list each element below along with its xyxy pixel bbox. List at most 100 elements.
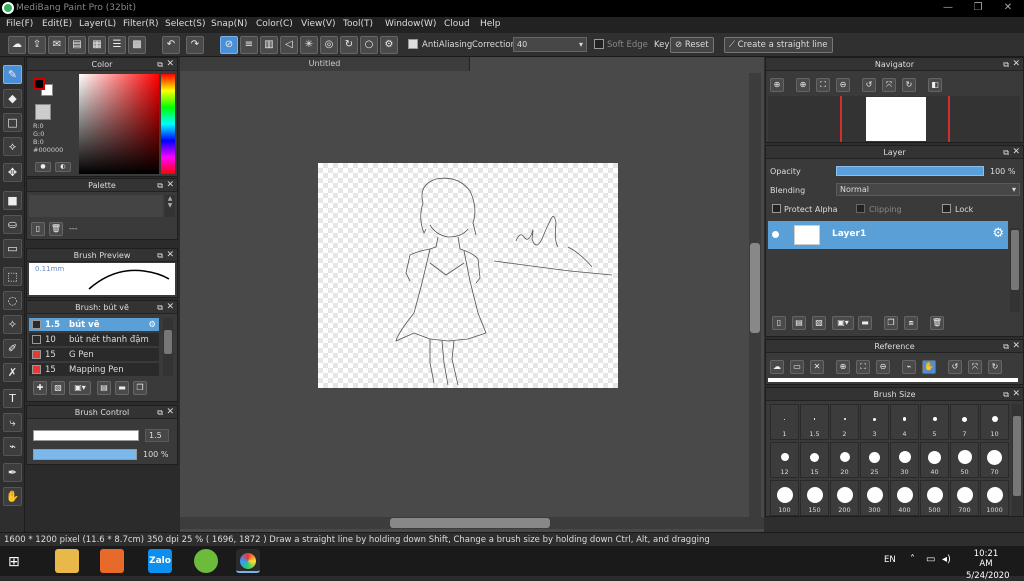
minimize-button[interactable]: — — [938, 2, 958, 14]
brush-size-cell[interactable]: 15 — [800, 442, 829, 478]
menu-view[interactable]: View(V) — [301, 19, 336, 29]
layer-scrollbar[interactable] — [1010, 228, 1020, 312]
hand-icon[interactable]: ✋ — [922, 360, 936, 374]
layer-row[interactable]: Layer1 ⚙ — [768, 221, 1008, 249]
close-button[interactable]: ✕ — [998, 2, 1018, 14]
magic-wand-tool-icon[interactable]: ✧ — [3, 315, 22, 334]
zoom-out-icon[interactable]: ⊖ — [876, 360, 890, 374]
drawing-canvas[interactable] — [318, 163, 618, 388]
notification-chevron-icon[interactable]: ˄ — [910, 554, 915, 565]
brush-add-menu-icon[interactable]: ▣▾ — [69, 381, 91, 395]
select-tool-icon[interactable]: ⬚ — [3, 267, 22, 286]
menu-snap[interactable]: Snap(N) — [211, 19, 247, 29]
undock-icon[interactable]: ⧉ — [1003, 146, 1009, 159]
close-icon[interactable]: ✕ — [166, 301, 174, 314]
network-icon[interactable]: ▭ — [926, 554, 935, 565]
brush-list-scrollbar[interactable] — [163, 318, 173, 376]
blending-select[interactable]: Normal ▾ — [836, 183, 1020, 196]
windows-start-icon[interactable]: ⊞ — [8, 554, 24, 570]
folder-icon[interactable]: ▬ — [858, 316, 872, 330]
undock-icon[interactable]: ⧉ — [157, 58, 163, 71]
canvas-horizontal-scrollbar[interactable] — [180, 517, 764, 529]
comment-icon[interactable]: ✉ — [48, 36, 66, 54]
palette-scrollbar[interactable]: ▲ ▼ — [165, 195, 175, 217]
undock-icon[interactable]: ⧉ — [157, 301, 163, 314]
snap-parallel-icon[interactable]: ≡ — [240, 36, 258, 54]
zoom-out-icon[interactable]: ⊖ — [836, 78, 850, 92]
brush-item[interactable]: 15 G Pen — [29, 348, 159, 362]
color-swap-button[interactable]: ◐ — [55, 162, 71, 172]
palette-select[interactable]: --- — [69, 224, 169, 236]
shape-tool-icon[interactable]: □ — [3, 113, 22, 132]
comment-list-icon[interactable]: ▤ — [68, 36, 86, 54]
brush-tool-icon[interactable]: ✎ — [3, 65, 22, 84]
app-icon[interactable] — [194, 549, 218, 573]
menu-select[interactable]: Select(S) — [165, 19, 206, 29]
brush-size-cell[interactable]: 2 — [830, 404, 859, 440]
bucket-tool-icon[interactable]: ⛀ — [3, 215, 22, 234]
layer-opacity-slider[interactable] — [836, 166, 984, 176]
zoom-in-icon[interactable]: ⊕ — [770, 78, 784, 92]
move-tool-icon[interactable]: ✥ — [3, 163, 22, 182]
zalo-icon[interactable]: Zalo — [148, 549, 172, 573]
redo-icon[interactable]: ↷ — [186, 36, 204, 54]
gear-icon[interactable]: ⚙ — [992, 226, 1004, 241]
close-icon[interactable]: ✕ — [1012, 58, 1020, 71]
brush-size-cell[interactable]: 100 — [770, 480, 799, 516]
lock-checkbox[interactable] — [942, 204, 951, 213]
volume-icon[interactable]: ◂) — [942, 554, 951, 565]
snap-vanishing-icon[interactable]: ◁ — [280, 36, 298, 54]
brush-size-cell[interactable]: 1 — [770, 404, 799, 440]
menu-help[interactable]: Help — [480, 19, 501, 29]
zoom-in-icon[interactable]: ⊕ — [796, 78, 810, 92]
menu-cloud[interactable]: Cloud — [444, 19, 470, 29]
menu-window[interactable]: Window(W) — [385, 19, 436, 29]
snap-off-icon[interactable]: ⊘ — [220, 36, 238, 54]
undock-icon[interactable]: ⧉ — [1003, 340, 1009, 353]
close-icon[interactable]: ✕ — [166, 58, 174, 71]
brush-size-cell[interactable]: 20 — [830, 442, 859, 478]
select-pen-tool-icon[interactable]: ✐ — [3, 339, 22, 358]
media-player-icon[interactable] — [100, 549, 124, 573]
eraser-tool-icon[interactable]: ◆ — [3, 89, 22, 108]
actual-size-icon[interactable]: ⤧ — [882, 78, 896, 92]
close-icon[interactable]: ✕ — [166, 249, 174, 262]
menu-tool[interactable]: Tool(T) — [343, 19, 373, 29]
undo-icon[interactable]: ↶ — [162, 36, 180, 54]
language-indicator[interactable]: EN — [884, 555, 896, 565]
reset-button[interactable]: ⊘ Reset — [670, 37, 714, 53]
scrollbar-thumb[interactable] — [750, 243, 760, 333]
navigator-preview[interactable] — [768, 96, 1020, 142]
foreground-color-swatch[interactable] — [33, 78, 45, 90]
cloud-upload-icon[interactable]: ☁ — [770, 360, 784, 374]
snap-curve-icon[interactable]: ↻ — [340, 36, 358, 54]
brush-size-cell[interactable]: 5 — [920, 404, 949, 440]
brush-size-cell[interactable]: 300 — [860, 480, 889, 516]
fit-icon[interactable]: ⛶ — [816, 78, 830, 92]
zoom-in-icon[interactable]: ⊕ — [836, 360, 850, 374]
open-folder-icon[interactable]: ▭ — [790, 360, 804, 374]
file-explorer-icon[interactable] — [55, 549, 79, 573]
create-straight-line-button[interactable]: ⟋ Create a straight line — [724, 37, 833, 53]
brush-item[interactable]: 1.5 bút vẽ ⚙ — [29, 318, 159, 332]
fill-tool-icon[interactable]: ■ — [3, 191, 22, 210]
snap-ellipse-icon[interactable]: ○ — [360, 36, 378, 54]
menu-file[interactable]: File(F) — [6, 19, 33, 29]
eyedropper-icon[interactable]: ⌁ — [902, 360, 916, 374]
text-tool-icon[interactable]: T — [3, 389, 22, 408]
brush-size-cell[interactable]: 150 — [800, 480, 829, 516]
brush-size-cell[interactable]: 25 — [860, 442, 889, 478]
snap-cross-icon[interactable]: ▥ — [260, 36, 278, 54]
clock[interactable]: 10:21 AM 5/24/2020 — [966, 549, 1010, 581]
brush-size-cell[interactable]: 30 — [890, 442, 919, 478]
canvas-vertical-scrollbar[interactable] — [749, 73, 761, 518]
hand-tool-icon[interactable]: ✋ — [3, 487, 22, 506]
brush-opacity-slider[interactable] — [33, 449, 137, 460]
brush-item[interactable]: 15 Mapping Pen — [29, 363, 159, 377]
eyedropper-tool-icon[interactable]: ⌁ — [3, 437, 22, 456]
snap-settings-icon[interactable]: ⚙ — [380, 36, 398, 54]
pen-tool-icon[interactable]: ✒ — [3, 463, 22, 482]
hue-slider[interactable] — [161, 74, 175, 174]
antialias-checkbox[interactable] — [408, 39, 418, 49]
brush-image-icon[interactable]: ▧ — [51, 381, 65, 395]
